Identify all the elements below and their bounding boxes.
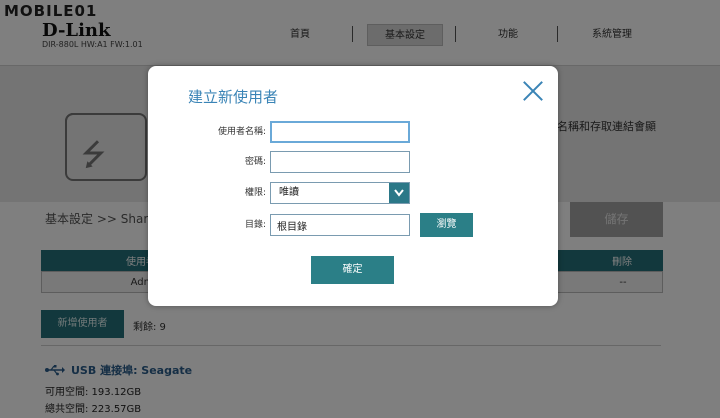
permission-select[interactable]: 唯讀: [270, 182, 410, 204]
close-icon[interactable]: [522, 80, 544, 102]
password-input[interactable]: [270, 151, 410, 173]
permission-label: 權限:: [244, 188, 266, 198]
permission-value: 唯讀: [279, 187, 299, 198]
username-label: 使用者名稱:: [217, 127, 266, 137]
create-user-dialog: 建立新使用者 使用者名稱: 密碼: 權限: 唯讀 目錄: 瀏覽 確定: [148, 66, 558, 306]
directory-label: 目錄:: [244, 220, 266, 230]
directory-input[interactable]: [270, 214, 410, 236]
username-input[interactable]: [270, 121, 410, 143]
browse-button[interactable]: 瀏覽: [420, 213, 473, 237]
dialog-title: 建立新使用者: [188, 88, 279, 106]
password-label: 密碼:: [244, 157, 266, 167]
confirm-button[interactable]: 確定: [311, 256, 394, 284]
chevron-down-icon[interactable]: [389, 183, 409, 203]
